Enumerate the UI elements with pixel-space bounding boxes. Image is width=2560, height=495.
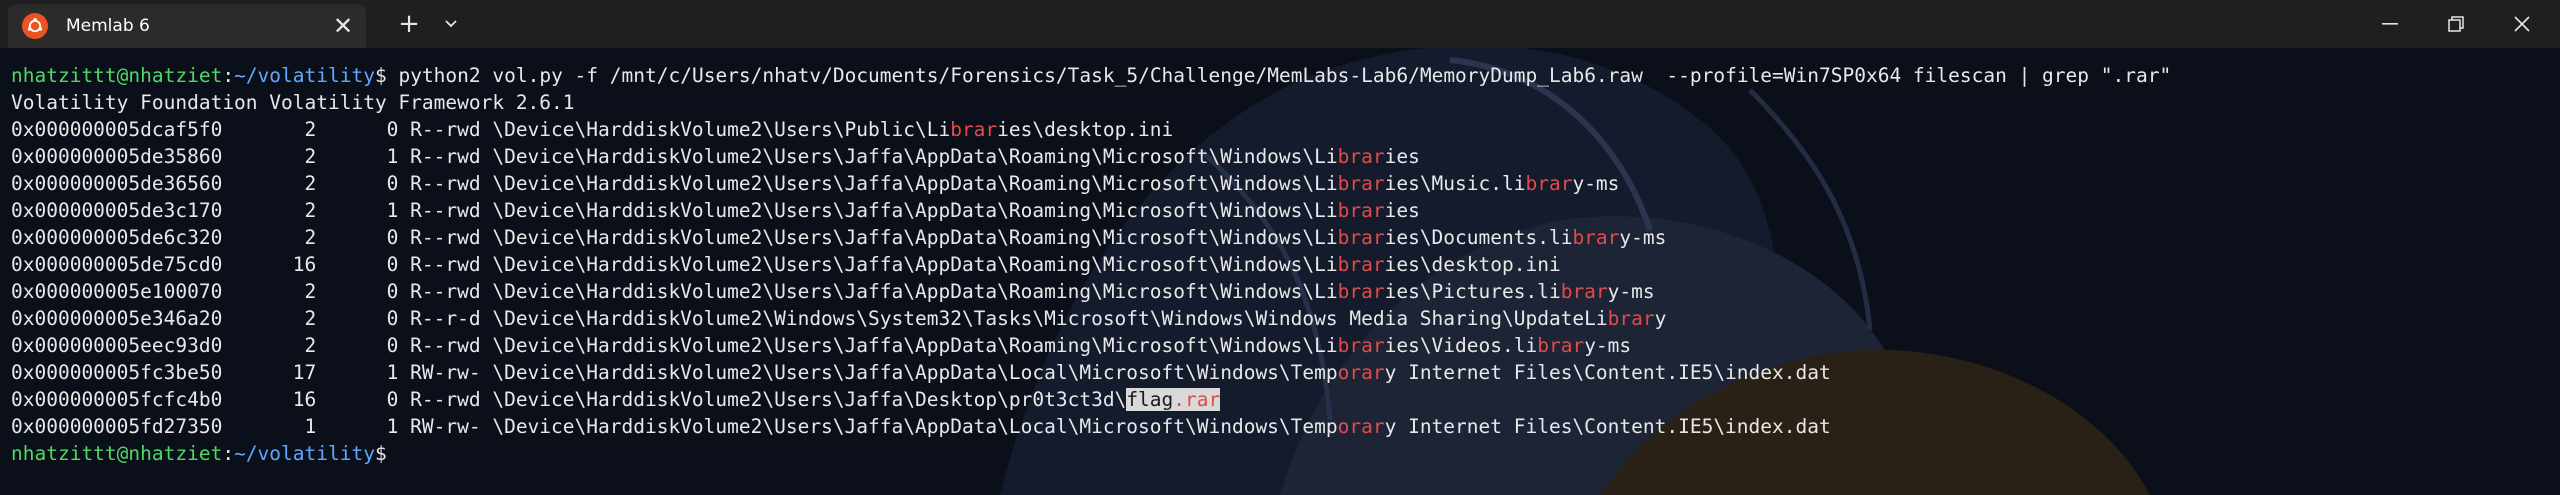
grep-match: brar [1337, 199, 1385, 222]
prompt-path: ~/volatility [234, 64, 375, 87]
result-text: 0x000000005dcaf5f0 2 0 R--rwd \Device\Ha… [11, 118, 951, 141]
grep-match: brar [1337, 334, 1385, 357]
prompt-sep: : [222, 64, 235, 87]
result-row: 0x000000005eec93d0 2 0 R--rwd \Device\Ha… [11, 332, 2560, 359]
grep-match: brar [1337, 253, 1385, 276]
selected-name-text: flag [1126, 388, 1174, 411]
result-row: 0x000000005de6c320 2 0 R--rwd \Device\Ha… [11, 224, 2560, 251]
result-text: y-ms [1584, 334, 1632, 357]
result-text: ies\Videos.li [1384, 334, 1538, 357]
result-text: y-ms [1607, 280, 1655, 303]
result-text: ies\desktop.ini [997, 118, 1174, 141]
filescan-results: 0x000000005dcaf5f0 2 0 R--rwd \Device\Ha… [11, 116, 2560, 440]
command-line: nhatzittt@nhatziet:~/volatility$ python2… [11, 62, 2560, 89]
grep-match: brar [1337, 172, 1385, 195]
result-text: 0x000000005de75cd0 16 0 R--rwd \Device\H… [11, 253, 1338, 276]
result-text: 0x000000005e100070 2 0 R--rwd \Device\Ha… [11, 280, 1338, 303]
tab-dropdown-button[interactable] [436, 10, 466, 38]
command-text: python2 vol.py -f /mnt/c/Users/nhatv/Doc… [386, 64, 2172, 87]
title-bar: Memlab 6 ✕ + [0, 0, 2560, 48]
chevron-down-icon [445, 20, 457, 28]
result-row: 0x000000005de35860 2 1 R--rwd \Device\Ha… [11, 143, 2560, 170]
result-row: 0x000000005e346a20 2 0 R--r-d \Device\Ha… [11, 305, 2560, 332]
grep-match: brar [1572, 226, 1620, 249]
result-text: y-ms [1619, 226, 1667, 249]
tab-close-icon[interactable]: ✕ [326, 14, 360, 38]
grep-match: brar [1337, 145, 1385, 168]
grep-match: brar [1337, 280, 1385, 303]
result-row: 0x000000005e100070 2 0 R--rwd \Device\Ha… [11, 278, 2560, 305]
result-text: 0x000000005fcfc4b0 16 0 R--rwd \Device\H… [11, 388, 1127, 411]
result-row: 0x000000005de36560 2 0 R--rwd \Device\Ha… [11, 170, 2560, 197]
terminal-output[interactable]: nhatzittt@nhatziet:~/volatility$ python2… [0, 48, 2560, 495]
result-text: 0x000000005de6c320 2 0 R--rwd \Device\Ha… [11, 226, 1338, 249]
result-text: 0x000000005e346a20 2 0 R--r-d \Device\Ha… [11, 307, 1608, 330]
prompt-symbol: $ [374, 442, 387, 465]
grep-match: brar [950, 118, 998, 141]
result-text: y Internet Files\Content.IE5\index.dat [1384, 361, 1831, 384]
result-row: 0x000000005de3c170 2 1 R--rwd \Device\Ha… [11, 197, 2560, 224]
result-row: 0x000000005fcfc4b0 16 0 R--rwd \Device\H… [11, 386, 2560, 413]
result-text: y [1654, 307, 1667, 330]
result-text: y Internet Files\Content.IE5\index.dat [1384, 415, 1831, 438]
result-text: ies\Pictures.li [1384, 280, 1561, 303]
result-text: ies\desktop.ini [1384, 253, 1561, 276]
result-row: 0x000000005dcaf5f0 2 0 R--rwd \Device\Ha… [11, 116, 2560, 143]
result-row: 0x000000005fc3be50 17 1 RW-rw- \Device\H… [11, 359, 2560, 386]
grep-match: orar [1337, 361, 1385, 384]
selected-filename: flag.rar [1126, 388, 1221, 411]
grep-match: orar [1337, 415, 1385, 438]
ubuntu-icon [22, 13, 48, 39]
result-row: 0x000000005fd27350 1 1 RW-rw- \Device\Ha… [11, 413, 2560, 440]
grep-match: .rar [1173, 388, 1221, 411]
prompt-line: nhatzittt@nhatziet:~/volatility$ [11, 440, 2560, 467]
prompt-sep: : [222, 442, 235, 465]
grep-match: brar [1607, 307, 1655, 330]
grep-match: brar [1525, 172, 1573, 195]
prompt-user-host: nhatzittt@nhatziet [11, 64, 223, 87]
result-text: 0x000000005de3c170 2 1 R--rwd \Device\Ha… [11, 199, 1338, 222]
minimize-button[interactable] [2372, 10, 2408, 38]
result-text: ies\Music.li [1384, 172, 1526, 195]
result-text: ies [1384, 199, 1420, 222]
minimize-icon [2382, 23, 2398, 25]
volatility-banner: Volatility Foundation Volatility Framewo… [11, 91, 575, 114]
grep-match: brar [1560, 280, 1608, 303]
prompt-symbol: $ [374, 64, 387, 87]
maximize-button[interactable] [2438, 10, 2474, 38]
prompt-user-host: nhatzittt@nhatziet [11, 442, 223, 465]
close-window-button[interactable] [2504, 10, 2540, 38]
result-text: 0x000000005fd27350 1 1 RW-rw- \Device\Ha… [11, 415, 1338, 438]
result-text: y-ms [1572, 172, 1620, 195]
restore-icon [2448, 16, 2464, 32]
close-icon [2514, 16, 2530, 32]
result-text: ies\Documents.li [1384, 226, 1573, 249]
tab-memlab6[interactable]: Memlab 6 ✕ [8, 4, 366, 48]
new-tab-button[interactable]: + [392, 9, 426, 39]
result-text: 0x000000005fc3be50 17 1 RW-rw- \Device\H… [11, 361, 1338, 384]
grep-match: brar [1337, 226, 1385, 249]
result-text: 0x000000005de36560 2 0 R--rwd \Device\Ha… [11, 172, 1338, 195]
prompt-path: ~/volatility [234, 442, 375, 465]
grep-match: brar [1537, 334, 1585, 357]
tab-title: Memlab 6 [66, 16, 150, 36]
result-text: 0x000000005de35860 2 1 R--rwd \Device\Ha… [11, 145, 1338, 168]
result-row: 0x000000005de75cd0 16 0 R--rwd \Device\H… [11, 251, 2560, 278]
result-text: 0x000000005eec93d0 2 0 R--rwd \Device\Ha… [11, 334, 1338, 357]
result-text: ies [1384, 145, 1420, 168]
